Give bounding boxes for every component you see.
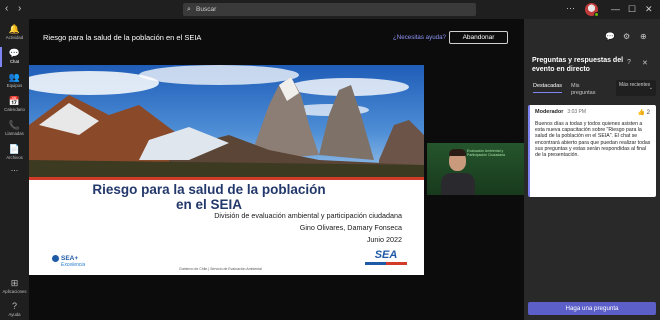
rail-item-teams[interactable]: 👥 Equipos	[0, 69, 29, 95]
rail-item-activity[interactable]: 🔔 Actividad	[0, 21, 29, 47]
bell-icon: 🔔	[8, 24, 21, 34]
shared-slide: Riesgo para la salud de la población en …	[29, 65, 424, 275]
rail-item-label: Aplicaciones	[2, 289, 27, 294]
gear-icon[interactable]: ⚙	[623, 32, 630, 41]
slide-date: Junio 2022	[366, 235, 402, 244]
teams-window: ‹ › ⌕ Buscar ··· — ☐ ✕ 🔔 Actividad 💬 Cha…	[0, 0, 660, 320]
rail-item-calls[interactable]: 📞 Llamadas	[0, 117, 29, 143]
teams-icon: 👥	[8, 72, 21, 82]
maximize-button[interactable]: ☐	[628, 2, 636, 16]
card-author: Moderador 3:03 PM	[535, 109, 587, 115]
rail-item-help[interactable]: ? Ayuda	[0, 298, 29, 320]
rail-item-label: Calendario	[4, 107, 25, 112]
presenter-video[interactable]: Evaluación Ambiental y Participación Ciu…	[427, 143, 524, 195]
rail-item-label: Ayuda	[8, 312, 21, 317]
close-panel-icon[interactable]: ✕	[642, 59, 648, 67]
video-backdrop-text: Evaluación Ambiental y Participación Ciu…	[467, 149, 505, 157]
panel-title: Preguntas y respuestas del evento en dir…	[532, 57, 624, 73]
more-icon: ...	[10, 163, 19, 173]
rail-item-more[interactable]: ...	[0, 163, 29, 177]
rail-item-label: Archivos	[6, 155, 23, 160]
rail-item-label: Chat	[9, 59, 20, 64]
qa-panel: 💬 ⚙ ⊕ Preguntas y respuestas del evento …	[524, 19, 660, 320]
sea-excelencia-logo: SEA+ Excelencia	[51, 255, 86, 268]
apps-icon: ⊞	[10, 278, 19, 288]
rail-item-calendar[interactable]: 📅 Calendario	[0, 93, 29, 119]
slide-subtitle: División de evaluación ambiental y parti…	[214, 211, 402, 220]
tab-featured[interactable]: Destacadas	[533, 83, 563, 93]
meeting-title: Riesgo para la salud de la población en …	[43, 33, 202, 42]
forward-button[interactable]: ›	[18, 3, 21, 15]
slide-authors: Gino Olivares, Damary Fonseca	[299, 223, 402, 232]
title-bar: ‹ › ⌕ Buscar ··· — ☐ ✕	[0, 0, 660, 19]
search-icon: ⌕	[187, 6, 191, 13]
like-button[interactable]: 👍 2	[638, 109, 651, 116]
question-card: Moderador 3:03 PM 👍 2 Buenos días a todas…	[528, 105, 656, 197]
phone-icon: 📞	[8, 120, 21, 130]
rail-item-chat[interactable]: 💬 Chat	[0, 45, 29, 71]
sea-logo: SEA	[365, 250, 407, 265]
slide-accent-bar	[29, 177, 424, 180]
thumbs-up-icon: 👍	[637, 110, 645, 116]
ask-question-button[interactable]: Haga una pregunta	[528, 302, 656, 315]
meeting-stage: Riesgo para la salud de la población en …	[29, 19, 524, 320]
card-timestamp: 3:03 PM	[567, 109, 587, 115]
app-rail: 🔔 Actividad 💬 Chat 👥 Equipos 📅 Calendari…	[0, 19, 29, 320]
sort-dropdown[interactable]: Más recientes ⌄	[616, 80, 656, 96]
search-placeholder: Buscar	[196, 6, 217, 13]
rail-item-label: Actividad	[5, 35, 24, 40]
chat-icon: 💬	[8, 48, 21, 58]
help-icon[interactable]: ?	[627, 59, 631, 66]
chat-icon[interactable]: 💬	[605, 32, 615, 41]
more-options-button[interactable]: ···	[566, 3, 575, 13]
minimize-button[interactable]: —	[611, 2, 620, 16]
tab-my-questions[interactable]: Mis preguntas	[571, 83, 601, 97]
presence-indicator	[594, 12, 599, 17]
leave-button[interactable]: Abandonar	[449, 31, 508, 44]
close-window-button[interactable]: ✕	[645, 2, 653, 16]
like-count: 2	[646, 110, 650, 116]
card-body: Buenos días a todas y todos quienes asis…	[535, 121, 651, 159]
help-icon: ?	[11, 301, 17, 311]
mountain-photo	[29, 65, 424, 178]
slide-footer: Gobierno de Chile | Servicio de Evaluaci…	[179, 267, 262, 271]
rail-item-label: Llamadas	[5, 131, 24, 136]
user-avatar[interactable]	[585, 3, 599, 17]
presenter-figure	[441, 173, 475, 195]
help-link[interactable]: ¿Necesitas ayuda?	[393, 34, 446, 41]
back-button[interactable]: ‹	[5, 3, 8, 15]
file-icon: 📄	[8, 144, 21, 154]
search-input[interactable]: ⌕ Buscar	[183, 3, 476, 16]
calendar-icon: 📅	[8, 96, 21, 106]
slide-title: Riesgo para la salud de la población en …	[92, 182, 326, 212]
rail-item-label: Equipos	[6, 83, 23, 88]
chevron-down-icon: ⌄	[648, 85, 653, 91]
globe-icon[interactable]: ⊕	[640, 32, 647, 41]
